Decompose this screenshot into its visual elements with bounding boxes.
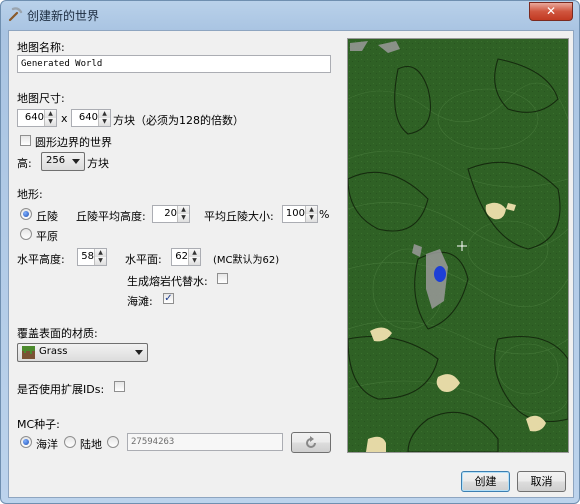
spin-down-icon[interactable]: ▼ <box>45 118 56 126</box>
beaches-checkbox[interactable]: ✓ <box>163 293 174 304</box>
map-width-spinner[interactable]: 640 ▲ ▼ <box>17 109 57 127</box>
seed-label: MC种子: <box>17 418 60 431</box>
level-height-spinner[interactable]: 58 ▲ ▼ <box>77 248 107 266</box>
window-title: 创建新的世界 <box>27 9 100 23</box>
avg-hill-size-spinner[interactable]: 100 ▲ ▼ <box>282 205 318 223</box>
map-name-input[interactable]: Generated World <box>17 55 331 73</box>
water-level-spinner[interactable]: 62 ▲ ▼ <box>171 248 201 266</box>
lava-checkbox[interactable] <box>217 273 228 284</box>
custom-seed-radio[interactable] <box>107 436 119 448</box>
map-name-label: 地图名称: <box>17 41 65 54</box>
circular-world-label: 圆形边界的世界 <box>35 136 112 149</box>
map-height-spinner[interactable]: 640 ▲ ▼ <box>71 109 111 127</box>
spin-down-icon[interactable]: ▼ <box>95 257 106 265</box>
extended-ids-label: 是否使用扩展IDs: <box>17 383 105 396</box>
chevron-down-icon <box>135 350 143 355</box>
spin-down-icon[interactable]: ▼ <box>99 118 110 126</box>
spin-down-icon[interactable]: ▼ <box>306 214 317 222</box>
map-preview[interactable] <box>347 38 569 453</box>
avg-hill-height-spinner[interactable]: 20 ▲ ▼ <box>152 205 190 223</box>
map-height-value: 640 <box>78 112 98 123</box>
terrain-preview-image <box>348 39 568 452</box>
seed-input[interactable]: 27594263 <box>127 433 283 451</box>
water-level-label: 水平面: <box>125 253 162 266</box>
beaches-label: 海滩: <box>127 295 153 308</box>
dialog-window: 创建新的世界 ✕ 地图名称: Generated World 地图尺寸: 640… <box>0 0 580 504</box>
grass-block-icon <box>22 346 35 359</box>
extended-ids-checkbox[interactable] <box>114 381 125 392</box>
map-size-label: 地图尺寸: <box>17 92 65 105</box>
map-size-suffix: 方块（必须为128的倍数） <box>113 114 244 127</box>
avg-hill-height-value: 20 <box>164 208 177 219</box>
world-height-label: 高: <box>17 157 32 170</box>
flat-label: 平原 <box>36 230 58 243</box>
avg-hill-size-label: 平均丘陵大小: <box>204 210 274 223</box>
water-level-value: 62 <box>175 251 188 262</box>
ocean-label: 海洋 <box>36 438 58 451</box>
avg-hill-size-value: 100 <box>285 208 305 219</box>
surface-material-label: 覆盖表面的材质: <box>17 327 98 340</box>
pickaxe-icon <box>8 7 23 22</box>
level-height-label: 水平高度: <box>17 253 65 266</box>
avg-hill-height-label: 丘陵平均高度: <box>76 210 146 223</box>
dialog-body: 地图名称: Generated World 地图尺寸: 640 ▲ ▼ x 640… <box>8 30 574 498</box>
land-radio[interactable] <box>64 436 76 448</box>
flat-radio[interactable] <box>20 228 32 240</box>
title-bar[interactable]: 创建新的世界 ✕ <box>1 1 579 27</box>
avg-hill-size-unit: % <box>319 208 330 221</box>
create-button[interactable]: 创建 <box>461 471 510 492</box>
cancel-button[interactable]: 取消 <box>517 471 566 492</box>
close-button[interactable]: ✕ <box>529 2 573 21</box>
land-label: 陆地 <box>80 438 102 451</box>
ocean-radio[interactable] <box>20 436 32 448</box>
refresh-seed-button[interactable] <box>291 432 331 453</box>
chevron-down-icon <box>72 159 80 164</box>
level-height-value: 58 <box>81 251 94 262</box>
spin-down-icon[interactable]: ▼ <box>178 214 189 222</box>
surface-material-select[interactable]: Grass <box>17 343 148 362</box>
world-height-select[interactable]: 256 <box>41 152 85 171</box>
surface-material-value: Grass <box>39 346 68 357</box>
world-height-suffix: 方块 <box>87 157 109 170</box>
refresh-icon <box>306 436 316 448</box>
lava-label: 生成熔岩代替水: <box>127 275 208 288</box>
circular-world-checkbox[interactable] <box>20 135 31 146</box>
terrain-label: 地形: <box>17 188 43 201</box>
water-level-note: (MC默认为62) <box>213 255 280 266</box>
spin-down-icon[interactable]: ▼ <box>189 257 200 265</box>
hills-radio[interactable] <box>20 208 32 220</box>
size-separator: x <box>61 112 68 125</box>
world-height-value: 256 <box>46 155 66 166</box>
hills-label: 丘陵 <box>36 210 58 223</box>
map-width-value: 640 <box>24 112 44 123</box>
